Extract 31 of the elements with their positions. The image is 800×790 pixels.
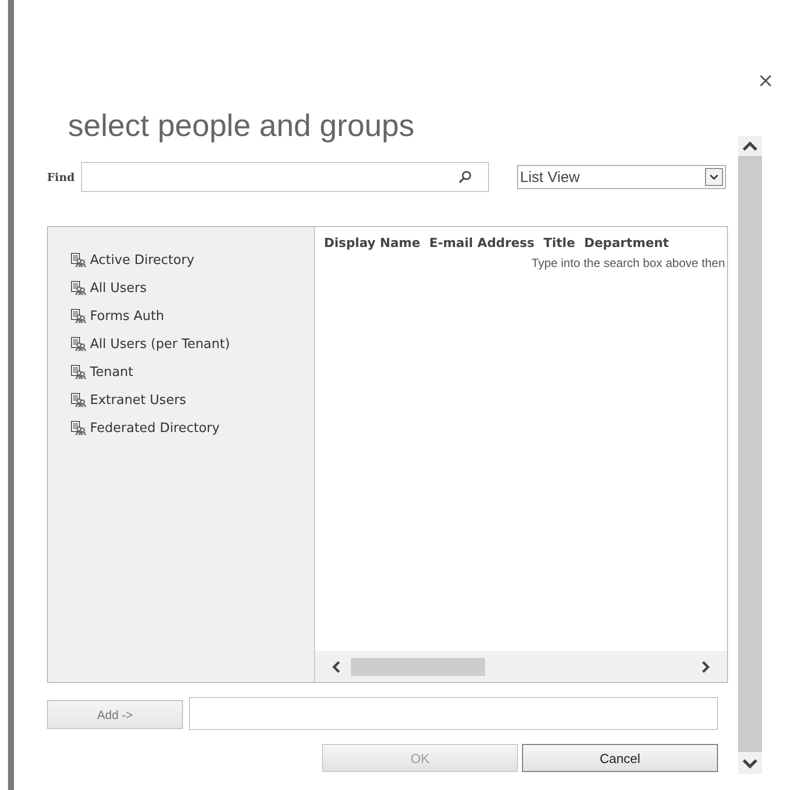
directory-item[interactable]: Forms Auth [90,308,164,324]
directory-item[interactable]: Extranet Users [90,392,186,408]
directory-group-icon [70,308,86,324]
directory-item[interactable]: Active Directory [90,252,194,268]
directory-group-icon [70,252,86,268]
search-icon[interactable] [458,170,472,184]
directory-group-icon [70,364,86,380]
directory-item[interactable]: All Users [90,280,147,296]
close-button[interactable]: × [757,68,774,92]
horizontal-scrollbar[interactable] [315,651,727,682]
column-header[interactable]: E-mail Address [426,235,540,250]
column-header[interactable]: Display Name [321,235,426,250]
find-field[interactable] [81,162,489,192]
selected-people-field[interactable] [189,697,718,730]
cancel-button[interactable]: Cancel [522,744,718,772]
find-label: Find [47,170,76,184]
directory-group-icon [70,280,86,296]
caret-icon[interactable] [705,168,723,186]
directory-group-icon [70,420,86,436]
view-dropdown[interactable]: List View [517,165,726,189]
dialog-title: select people and groups [68,108,414,144]
search-hint: Type into the search box above then [530,255,726,270]
scrollbar-thumb[interactable] [351,658,485,676]
directory-group-icon [70,392,86,408]
column-header[interactable]: Department [581,235,675,250]
directory-item[interactable]: Federated Directory [90,420,220,436]
directory-group-icon [70,336,86,352]
add-button[interactable]: Add -> [47,700,183,729]
column-header[interactable]: Title [540,235,582,250]
directory-item[interactable]: All Users (per Tenant) [90,336,230,352]
directory-item[interactable]: Tenant [90,364,134,380]
